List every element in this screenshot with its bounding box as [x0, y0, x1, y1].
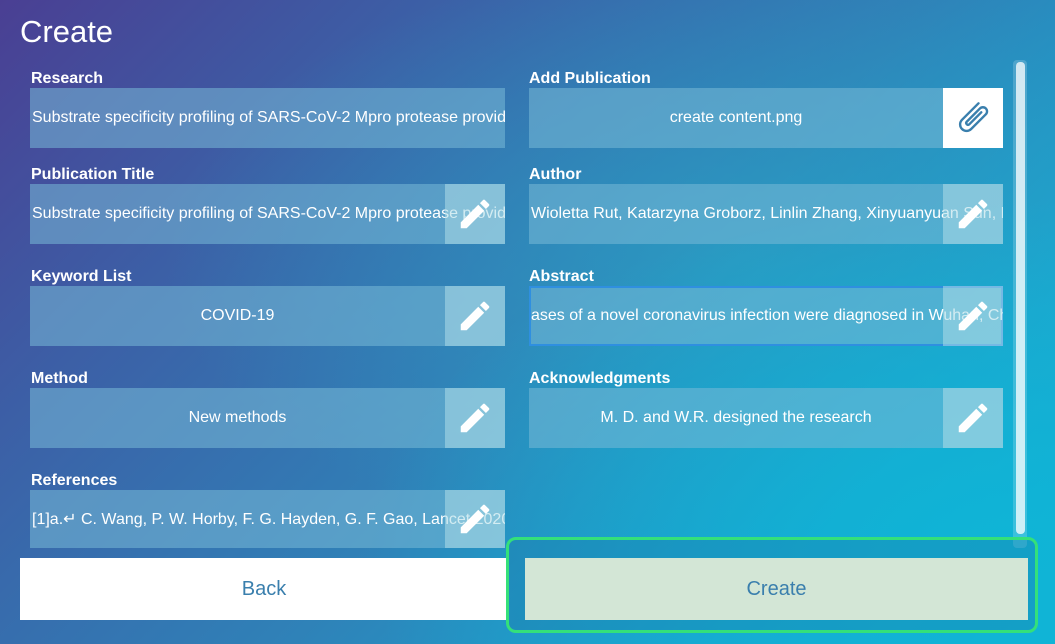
pencil-icon[interactable] — [943, 388, 1003, 448]
keyword-list-label: Keyword List — [31, 268, 132, 285]
method-field[interactable]: New methods — [30, 388, 505, 448]
back-button[interactable]: Back — [20, 558, 508, 620]
keyword-list-field[interactable]: COVID-19 — [30, 286, 505, 346]
keyword-list-value: COVID-19 — [200, 307, 275, 324]
acknowledgments-label: Acknowledgments — [529, 370, 671, 387]
publication-title-label: Publication Title — [31, 166, 155, 183]
acknowledgments-field[interactable]: M. D. and W.R. designed the research — [529, 388, 1003, 448]
add-publication-field[interactable]: create content.png — [529, 88, 1003, 148]
references-field[interactable]: [1]a.↵ C. Wang, P. W. Horby, F. G. Hayde… — [30, 490, 505, 548]
publication-title-value: Substrate specificity profiling of SARS-… — [32, 205, 505, 222]
pencil-icon[interactable] — [943, 286, 1003, 346]
research-value: Substrate specificity profiling of SARS-… — [32, 109, 505, 126]
references-value: [1]a.↵ C. Wang, P. W. Horby, F. G. Hayde… — [32, 511, 505, 528]
paperclip-icon[interactable] — [943, 88, 1003, 148]
abstract-label: Abstract — [529, 268, 594, 285]
abstract-value: ases of a novel coronavirus infection we… — [531, 307, 1003, 324]
author-value: Wioletta Rut, Katarzyna Groborz, Linlin … — [531, 205, 1003, 222]
method-value: New methods — [188, 409, 287, 426]
author-field[interactable]: Wioletta Rut, Katarzyna Groborz, Linlin … — [529, 184, 1003, 244]
pencil-icon[interactable] — [445, 286, 505, 346]
acknowledgments-value: M. D. and W.R. designed the research — [600, 409, 872, 426]
abstract-field[interactable]: ases of a novel coronavirus infection we… — [529, 286, 1003, 346]
add-publication-label: Add Publication — [529, 70, 651, 87]
create-button[interactable]: Create — [525, 558, 1028, 620]
research-field[interactable]: Substrate specificity profiling of SARS-… — [30, 88, 505, 148]
pencil-icon[interactable] — [943, 184, 1003, 244]
page-title: Create — [20, 14, 114, 49]
method-label: Method — [31, 370, 88, 387]
pencil-icon[interactable] — [445, 490, 505, 548]
research-label: Research — [31, 70, 104, 87]
publication-title-field[interactable]: Substrate specificity profiling of SARS-… — [30, 184, 505, 244]
author-label: Author — [529, 166, 582, 183]
pencil-icon[interactable] — [445, 184, 505, 244]
references-label: References — [31, 472, 118, 489]
add-publication-filename: create content.png — [669, 109, 803, 126]
scrollbar-thumb[interactable] — [1016, 62, 1025, 534]
pencil-icon[interactable] — [445, 388, 505, 448]
